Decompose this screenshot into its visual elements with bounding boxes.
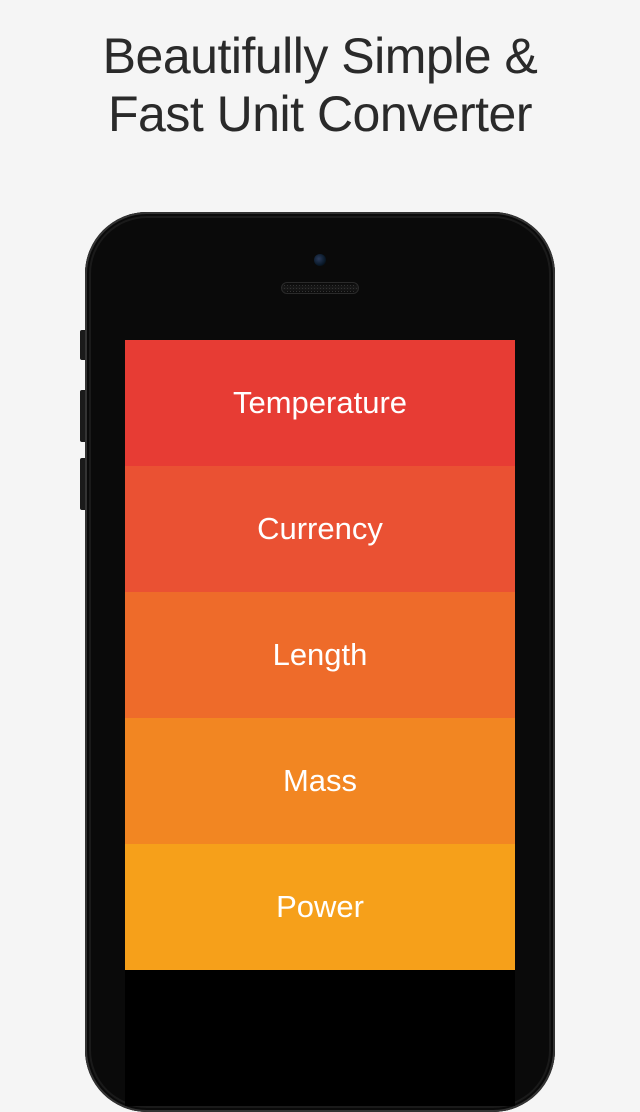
phone-screen: Temperature Currency Length Mass Power [125, 340, 515, 1106]
category-label: Power [276, 889, 364, 925]
category-label: Temperature [233, 385, 407, 421]
phone-mute-switch [80, 330, 85, 360]
headline-line-2: Fast Unit Converter [0, 86, 640, 144]
phone-inner-frame: Temperature Currency Length Mass Power [91, 218, 549, 1106]
phone-speaker-icon [281, 282, 359, 294]
category-label: Length [273, 637, 368, 673]
category-mass[interactable]: Mass [125, 718, 515, 844]
category-temperature[interactable]: Temperature [125, 340, 515, 466]
phone-camera-icon [314, 254, 326, 266]
category-currency[interactable]: Currency [125, 466, 515, 592]
category-power[interactable]: Power [125, 844, 515, 970]
phone-body: Temperature Currency Length Mass Power [85, 212, 555, 1112]
category-label: Currency [257, 511, 383, 547]
category-length[interactable]: Length [125, 592, 515, 718]
phone-volume-down [80, 458, 85, 510]
marketing-headline: Beautifully Simple & Fast Unit Converter [0, 0, 640, 143]
phone-mockup: Temperature Currency Length Mass Power [85, 212, 555, 1112]
headline-line-1: Beautifully Simple & [0, 28, 640, 86]
category-label: Mass [283, 763, 357, 799]
category-list: Temperature Currency Length Mass Power [125, 340, 515, 1106]
phone-volume-up [80, 390, 85, 442]
